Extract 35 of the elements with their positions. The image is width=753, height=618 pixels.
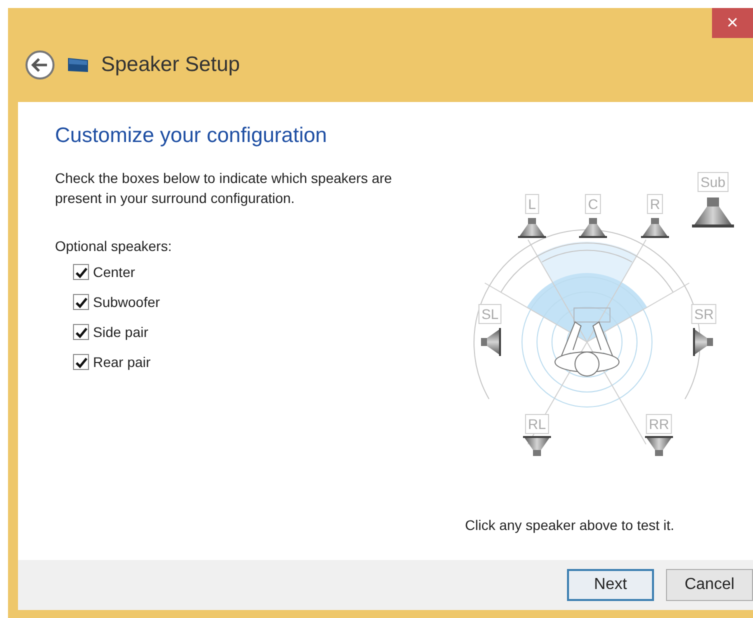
speaker-icon[interactable]: [576, 215, 610, 239]
checkbox[interactable]: [73, 354, 89, 370]
speaker-label-button[interactable]: R: [646, 194, 664, 214]
speaker-icon[interactable]: [515, 215, 549, 239]
speaker-label-button[interactable]: L: [525, 194, 539, 214]
checkbox[interactable]: [73, 324, 89, 340]
speaker-icon[interactable]: [638, 215, 672, 239]
dialog-button[interactable]: Cancel: [666, 569, 753, 601]
speaker-icon[interactable]: [520, 435, 554, 459]
instructions: Check the boxes below to indicate which speakers are present in your surround configuration.: [55, 169, 393, 208]
option-label: Side pair: [93, 324, 148, 340]
checkbox[interactable]: [73, 264, 89, 280]
speaker-icon[interactable]: [478, 325, 502, 359]
speaker-icon[interactable]: [692, 325, 716, 359]
speaker-label-button[interactable]: RL: [525, 414, 549, 434]
speaker-icon[interactable]: [642, 435, 676, 459]
speaker-label-button[interactable]: C: [584, 194, 602, 214]
window-title: Speaker Setup: [101, 53, 240, 77]
screen-outline: [574, 308, 610, 322]
hint-text: Click any speaker above to test it.: [465, 517, 676, 533]
speaker-label-button[interactable]: SR: [691, 304, 717, 324]
speaker-label-button[interactable]: SL: [478, 304, 502, 324]
option-label: Center: [93, 264, 136, 280]
speaker-label-button[interactable]: RR: [646, 414, 672, 434]
speaker-label-button[interactable]: Sub: [698, 172, 728, 192]
back-icon[interactable]: [25, 50, 55, 80]
option-label: Subwoofer: [93, 294, 160, 310]
dialog-button[interactable]: Next: [567, 569, 654, 601]
close-button[interactable]: ×: [712, 8, 753, 38]
option-label: Rear pair: [93, 354, 151, 370]
listener-figure: [554, 321, 620, 376]
speaker-setup-icon: [67, 56, 89, 74]
section-label: Optional speakers:: [55, 238, 173, 254]
page-heading: Customize your configuration: [55, 124, 328, 148]
checkbox[interactable]: [73, 294, 89, 310]
